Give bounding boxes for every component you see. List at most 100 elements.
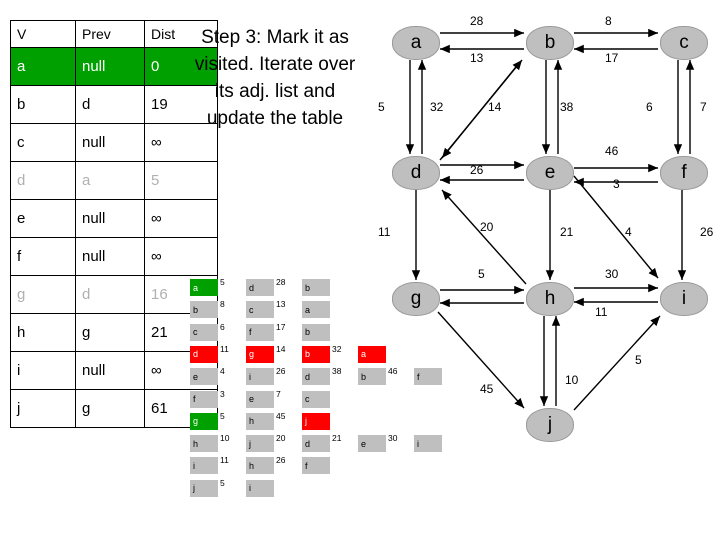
adjacency-target: f (246, 323, 274, 341)
adjacency-weight: 20 (276, 433, 286, 444)
adjacency-target: d (246, 279, 274, 296)
table-cell-vertex: c (10, 123, 76, 162)
adjacency-source-h: h (190, 435, 218, 453)
edge-weight-label: 21 (560, 225, 574, 239)
table-cell-vertex: a (10, 47, 76, 86)
adjacency-target: b (302, 279, 330, 296)
table-cell-prev: null (75, 237, 145, 276)
graph-node-b: b (526, 26, 574, 60)
adjacency-weight: 14 (276, 343, 286, 354)
adjacency-target: e (246, 390, 274, 408)
table-cell-vertex: e (10, 199, 76, 238)
adjacency-target: b (302, 345, 330, 363)
adjacency-list: a 5 d 28 b b 8 c 13 a c 6 f 17 b d 11 g 14 b 32 a e 4 i 26 d 38 b 46 f… (190, 277, 450, 504)
adjacency-target: j (246, 435, 274, 453)
graph-node-c: c (660, 26, 708, 60)
table-cell-vertex: b (10, 85, 76, 124)
edge-weight-label: 5 (378, 100, 385, 114)
table-cell-vertex: j (10, 389, 76, 428)
adjacency-target: e (358, 435, 386, 453)
adjacency-target: c (302, 390, 330, 408)
edge-weight-label: 14 (488, 100, 502, 114)
adjacency-weight: 32 (332, 343, 342, 354)
table-header-row: V Prev Dist (10, 20, 218, 48)
edge-weight-label: 10 (565, 373, 579, 387)
adjacency-source-i: i (190, 457, 218, 475)
adjacency-weight: 4 (220, 366, 225, 377)
adjacency-target: h (246, 412, 274, 430)
table-header-prev: Prev (75, 20, 145, 48)
adjacency-source-c: c (190, 323, 218, 341)
edge-weight-label: 45 (480, 382, 494, 396)
adjacency-source-g: g (190, 412, 218, 430)
adjacency-weight: 10 (220, 433, 230, 444)
table-row: h g 21 (10, 313, 218, 352)
edge-weight-label: 26 (700, 225, 714, 239)
table-cell-vertex: h (10, 313, 76, 352)
edge-weight-label: 30 (605, 267, 619, 281)
adjacency-source-e: e (190, 368, 218, 386)
adjacency-target: h (246, 457, 274, 475)
adjacency-target: d (302, 435, 330, 453)
graph-node-h: h (526, 282, 574, 316)
table-cell-dist: ∞ (144, 199, 218, 238)
table-row: c null ∞ (10, 123, 218, 162)
table-header-v: V (10, 20, 76, 48)
step-caption: Step 3: Mark it as visited. Iterate over… (194, 27, 356, 129)
adjacency-target: i (414, 435, 442, 453)
adjacency-target: i (246, 368, 274, 386)
table-row: b d 19 (10, 85, 218, 124)
adjacency-weight: 11 (220, 343, 229, 354)
adjacency-source-d: d (190, 345, 218, 363)
adjacency-source-b: b (190, 301, 218, 319)
edge-weight-label: 46 (605, 144, 619, 158)
table-cell-vertex: g (10, 275, 76, 314)
adjacency-target: b (302, 323, 330, 341)
graph-node-i: i (660, 282, 708, 316)
adjacency-weight: 21 (332, 433, 342, 444)
adjacency-weight: 30 (388, 433, 398, 444)
adjacency-target: f (414, 368, 442, 386)
adjacency-weight: 46 (388, 366, 398, 377)
table-row: da5 (10, 161, 218, 200)
table-body: a null 0 b d 19 c null ∞ d a 5 e null ∞ f null ∞ g d 16 h g 21 i… (10, 47, 218, 428)
table-cell-prev: g (75, 389, 145, 428)
adjacency-target: d (302, 368, 330, 386)
table-cell-prev: null (75, 199, 145, 238)
table-cell-prev: g (75, 313, 145, 352)
adjacency-weight: 5 (220, 277, 225, 287)
adjacency-target: a (302, 301, 330, 319)
edge-weight-label: 8 (605, 14, 612, 28)
table-cell-prev: d (75, 275, 145, 314)
edge-weight-label: 6 (646, 100, 653, 114)
adjacency-weight: 6 (220, 321, 225, 332)
edge-weight-label: 17 (605, 51, 619, 65)
adjacency-weight: 7 (276, 388, 281, 399)
table-cell-vertex: i (10, 351, 76, 390)
table-row: i null ∞ (10, 351, 218, 390)
graph-node-e: e (526, 156, 574, 190)
adjacency-target: j (302, 412, 330, 430)
adjacency-weight: 8 (220, 299, 225, 310)
table-row: j g 61 (10, 389, 218, 428)
adjacency-target: f (302, 457, 330, 475)
edge-weight-label: 32 (430, 100, 444, 114)
adjacency-target: b (358, 368, 386, 386)
adjacency-source-f: f (190, 390, 218, 408)
table-row: f null ∞ (10, 237, 218, 276)
diagram-root: V Prev Dist a null 0 b d 19 c null ∞ d a 5 e null ∞ f nu… (0, 0, 720, 540)
edge-weight-label: 11 (378, 225, 391, 239)
edge-weight-label: 13 (470, 51, 484, 65)
edge-weight-label: 20 (480, 220, 494, 234)
adjacency-weight: 5 (220, 410, 225, 421)
edge-weight-label: 7 (700, 100, 707, 114)
table-row: g d 16 (10, 275, 218, 314)
table-cell-dist: 5 (144, 161, 218, 200)
table-cell-vertex: d (10, 161, 76, 200)
table-cell-prev: null (75, 123, 145, 162)
adjacency-target: i (246, 479, 274, 497)
edge-weight-label: 5 (478, 267, 485, 281)
adjacency-target: a (358, 345, 386, 363)
edge-weight-label: 28 (470, 14, 484, 28)
table-cell-prev: null (75, 47, 145, 86)
